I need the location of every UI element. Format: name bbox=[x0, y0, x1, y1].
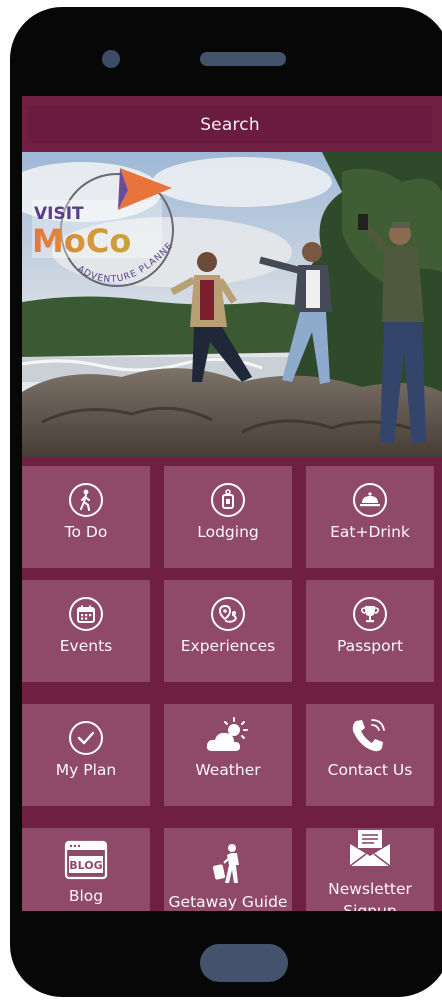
blog-icon-text: BLOG bbox=[69, 859, 102, 872]
tile-my-plan[interactable]: My Plan bbox=[22, 704, 150, 806]
home-button[interactable] bbox=[200, 944, 288, 982]
walking-person-icon bbox=[69, 483, 103, 517]
tile-passport[interactable]: Passport bbox=[306, 580, 434, 682]
tile-label: Eat+Drink bbox=[330, 523, 410, 541]
tile-label: Blog bbox=[68, 887, 104, 905]
tile-label: Passport bbox=[336, 637, 404, 655]
tile-events[interactable]: Events bbox=[22, 580, 150, 682]
tile-label: To Do bbox=[64, 523, 108, 541]
tile-label: Newsletter Signup bbox=[328, 880, 412, 911]
tile-label: Events bbox=[59, 637, 113, 655]
tile-lodging[interactable]: Lodging bbox=[164, 466, 292, 568]
map-pin-route-icon bbox=[211, 597, 245, 631]
tile-to-do[interactable]: To Do bbox=[22, 466, 150, 568]
logo-moco-text: MoCo bbox=[32, 222, 131, 260]
tile-label: Experiences bbox=[180, 637, 276, 655]
camera-icon bbox=[102, 50, 120, 68]
tile-weather[interactable]: Weather bbox=[164, 704, 292, 806]
hotel-key-icon bbox=[211, 483, 245, 517]
search-label: Search bbox=[200, 114, 260, 135]
logo-visit-text: VISIT bbox=[34, 204, 84, 224]
tile-label: My Plan bbox=[55, 761, 117, 779]
tile-label: Weather bbox=[195, 761, 261, 779]
sun-cloud-icon bbox=[206, 717, 250, 759]
blog-icon: BLOG bbox=[64, 840, 108, 884]
tile-experiences[interactable]: Experiences bbox=[164, 580, 292, 682]
hero-image: VISIT MoCo ADVENTURE PLANNER bbox=[22, 152, 442, 457]
tile-newsletter-signup[interactable]: Newsletter Signup bbox=[306, 828, 434, 911]
trophy-icon bbox=[353, 597, 387, 631]
envelope-icon bbox=[347, 828, 393, 872]
phone-icon bbox=[348, 717, 392, 759]
app-screen: Search VISIT MoCo ADVENTURE PLANNE To Do… bbox=[22, 96, 442, 911]
tile-eat-drink[interactable]: Eat+Drink bbox=[306, 466, 434, 568]
checkmark-circle-icon bbox=[69, 721, 103, 755]
calendar-icon bbox=[69, 597, 103, 631]
traveler-suitcase-icon bbox=[206, 843, 250, 889]
speaker-grille bbox=[200, 52, 286, 66]
tile-blog[interactable]: BLOG Blog bbox=[22, 828, 150, 911]
tile-getaway-guide[interactable]: Getaway Guide bbox=[164, 828, 292, 911]
search-button[interactable]: Search bbox=[28, 106, 432, 143]
tile-label: Contact Us bbox=[327, 761, 413, 779]
food-cloche-icon bbox=[353, 483, 387, 517]
tile-contact-us[interactable]: Contact Us bbox=[306, 704, 434, 806]
tile-label: Getaway Guide bbox=[168, 893, 288, 911]
tile-label: Lodging bbox=[197, 523, 259, 541]
